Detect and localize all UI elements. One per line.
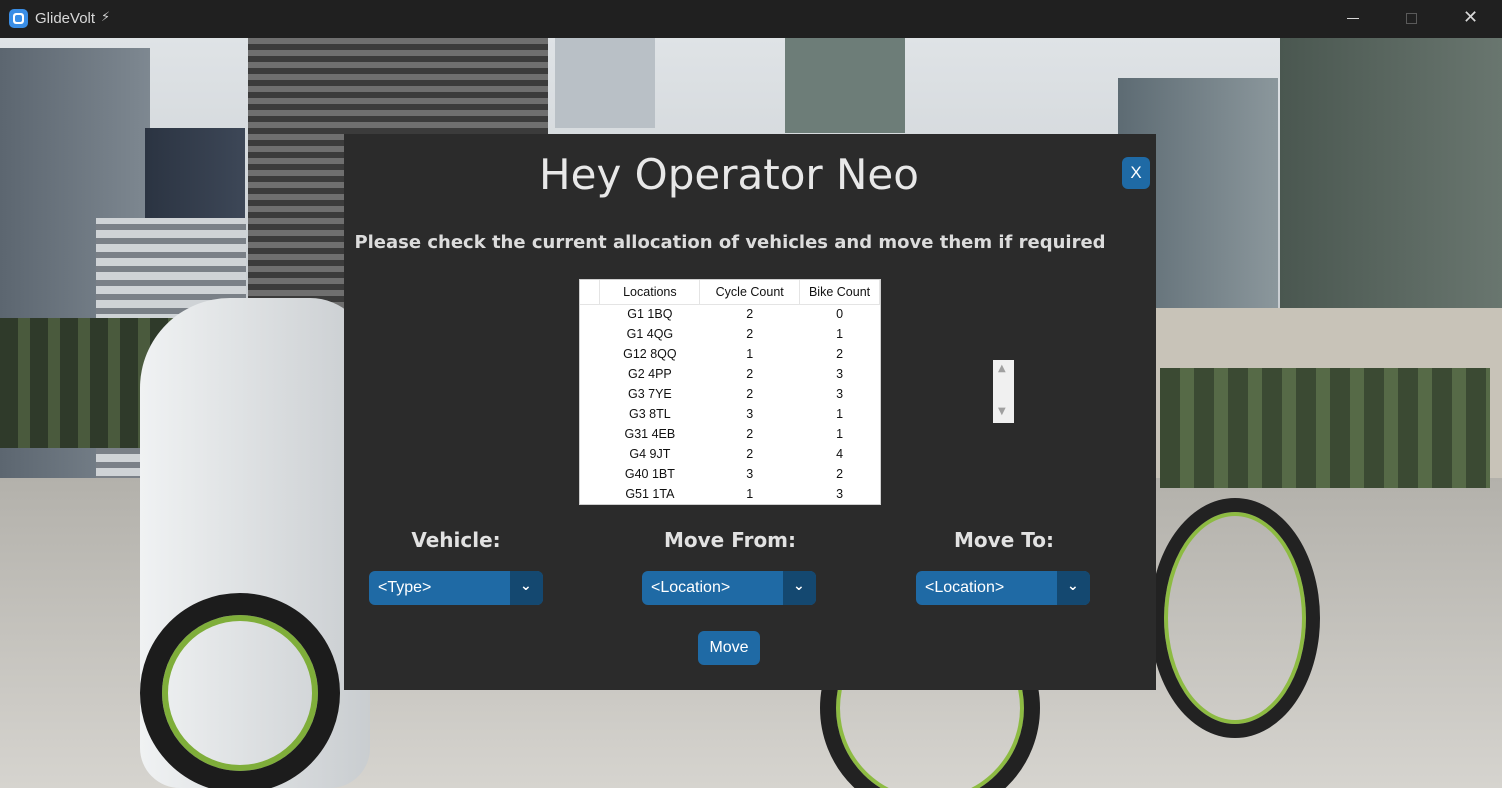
location-cell: G40 1BT — [624, 467, 675, 481]
table-scrollbar[interactable]: ▲ ▼ — [993, 360, 1014, 423]
move-to-label: Move To: — [954, 528, 1054, 552]
location-cell: G3 7YE — [627, 387, 672, 401]
vehicle-dropdown-toggle[interactable]: ⌄ — [510, 571, 543, 605]
bike-count-cell: 1 — [836, 427, 844, 441]
table-row[interactable]: G2 4PP 2 3 — [580, 364, 880, 384]
cycle-count-cell: 3 — [746, 467, 754, 481]
minimize-icon — [1347, 18, 1359, 19]
vehicle-type-value: <Type> — [378, 579, 432, 596]
allocation-table[interactable]: Locations Cycle Count Bike Count G1 1BQ 2… — [579, 279, 881, 505]
cycle-count-cell: 2 — [746, 307, 754, 322]
app-logo-icon — [9, 9, 28, 28]
move-to-value: <Location> — [925, 579, 1005, 596]
cycle-count-cell: 3 — [746, 407, 754, 421]
table-row[interactable]: G40 1BT 3 2 — [580, 464, 880, 484]
cycle-count-cell: 2 — [746, 427, 754, 441]
column-header-cycle-count[interactable]: Cycle Count — [699, 280, 801, 305]
table-row[interactable]: G3 7YE 2 3 — [580, 384, 880, 404]
vehicle-type-dropdown[interactable]: <Type> ⌄ — [369, 571, 543, 605]
scroll-up-arrow-icon[interactable]: ▲ — [998, 363, 1006, 374]
location-cell: G1 4QG — [626, 327, 674, 341]
move-from-label: Move From: — [663, 528, 797, 552]
table-row[interactable]: G31 4EB 2 1 — [580, 424, 880, 444]
allocation-dialog: Hey Operator Neo X Please check the curr… — [344, 134, 1156, 690]
bolt-icon: ⚡ — [101, 10, 111, 25]
bike-count-cell: 0 — [836, 307, 844, 322]
cycle-count-cell: 2 — [746, 367, 754, 381]
chevron-down-icon: ⌄ — [1067, 578, 1079, 594]
bike-count-cell: 2 — [836, 347, 844, 361]
instruction-text: Please check the current allocation of v… — [354, 232, 1106, 253]
bike-count-cell: 3 — [836, 367, 844, 381]
move-from-value: <Location> — [651, 579, 731, 596]
move-button[interactable]: Move — [698, 631, 760, 665]
table-row[interactable]: G3 8TL 3 1 — [580, 404, 880, 424]
location-cell: G51 1TA — [625, 487, 675, 501]
bike-count-cell: 1 — [836, 407, 844, 421]
bike-count-cell: 3 — [836, 387, 844, 401]
table-header-row: Locations Cycle Count Bike Count — [580, 280, 880, 305]
window-titlebar: GlideVolt ⚡ ✕ — [0, 0, 1502, 38]
vehicle-label: Vehicle: — [411, 528, 501, 552]
cycle-count-cell: 2 — [746, 447, 754, 461]
greeting-heading: Hey Operator Neo — [539, 150, 919, 199]
row-index-header — [580, 280, 601, 305]
table-row[interactable]: G1 4QG 2 1 — [580, 324, 880, 344]
scroll-down-arrow-icon[interactable]: ▼ — [998, 406, 1006, 417]
maximize-button[interactable] — [1383, 0, 1441, 38]
location-cell: G1 1BQ — [627, 307, 673, 322]
table-row[interactable]: G12 8QQ 1 2 — [580, 344, 880, 364]
table-row[interactable]: G51 1TA 1 3 — [580, 484, 880, 504]
cycle-count-cell: 2 — [746, 327, 754, 341]
window-close-button[interactable]: ✕ — [1441, 0, 1499, 38]
window-title: GlideVolt — [35, 10, 96, 27]
cycle-count-cell: 2 — [746, 387, 754, 401]
move-from-dropdown[interactable]: <Location> ⌄ — [642, 571, 816, 605]
bike-count-cell: 4 — [836, 447, 844, 461]
table-row[interactable]: G1 1BQ 2 0 — [580, 304, 880, 324]
location-cell: G3 8TL — [629, 407, 671, 421]
bike-count-cell: 1 — [836, 327, 844, 341]
maximize-icon — [1406, 13, 1417, 24]
location-cell: G31 4EB — [624, 427, 676, 441]
location-cell: G4 9JT — [629, 447, 671, 461]
minimize-button[interactable] — [1325, 0, 1383, 38]
bike-count-cell: 3 — [836, 487, 844, 501]
cycle-count-cell: 1 — [746, 487, 754, 501]
move-to-dropdown-toggle[interactable]: ⌄ — [1057, 571, 1090, 605]
location-cell: G12 8QQ — [623, 347, 677, 361]
bike-count-cell: 2 — [836, 467, 844, 481]
location-cell: G2 4PP — [627, 367, 672, 381]
move-from-dropdown-toggle[interactable]: ⌄ — [783, 571, 816, 605]
close-icon: ✕ — [1463, 7, 1479, 28]
column-header-bike-count[interactable]: Bike Count — [799, 280, 880, 305]
column-header-locations[interactable]: Locations — [599, 280, 701, 305]
cycle-count-cell: 1 — [746, 347, 754, 361]
dialog-close-button[interactable]: X — [1122, 157, 1150, 189]
move-to-dropdown[interactable]: <Location> ⌄ — [916, 571, 1090, 605]
table-row[interactable]: G4 9JT 2 4 — [580, 444, 880, 464]
chevron-down-icon: ⌄ — [520, 578, 532, 594]
chevron-down-icon: ⌄ — [793, 578, 805, 594]
